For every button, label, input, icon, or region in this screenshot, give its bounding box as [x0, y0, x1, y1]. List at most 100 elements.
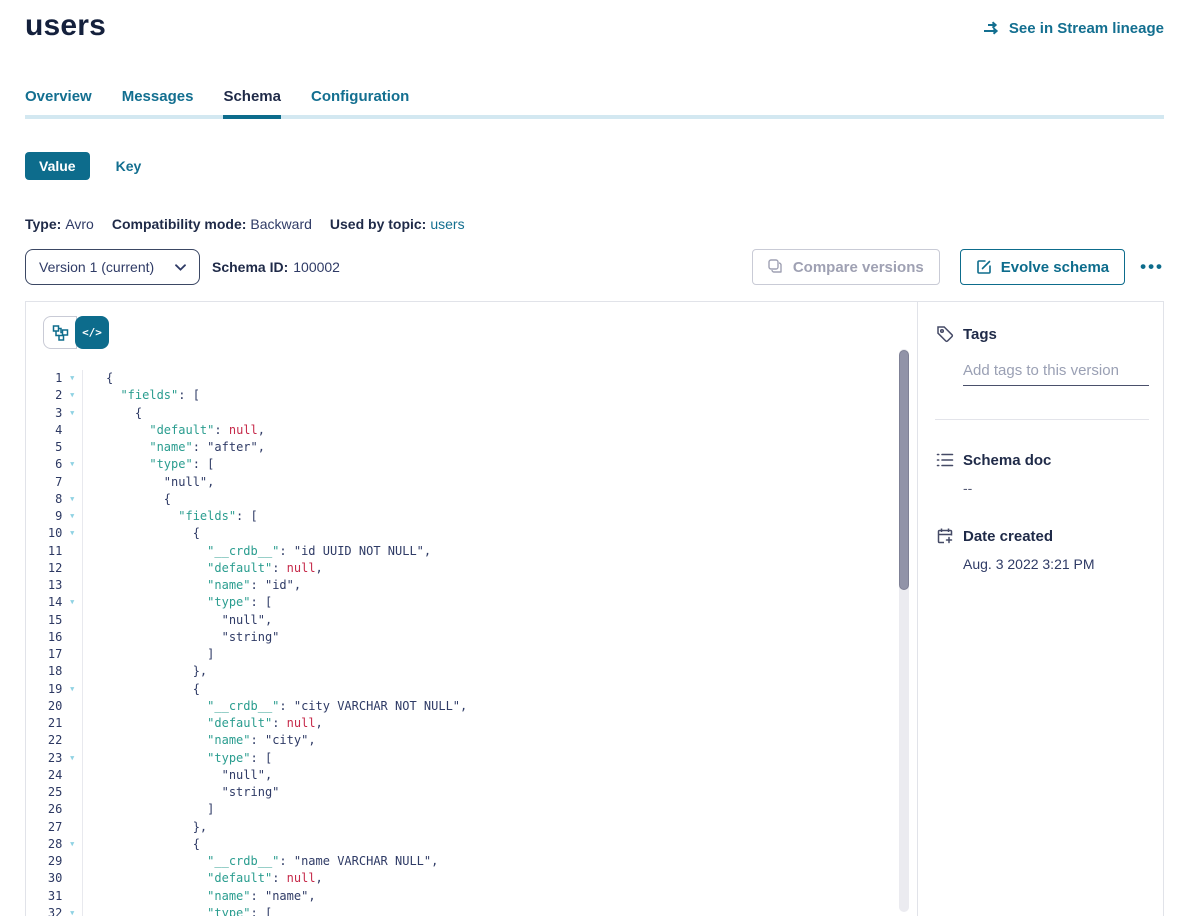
version-select-value: Version 1 (current) [39, 259, 154, 275]
code-text: { [83, 525, 200, 542]
topic-link[interactable]: users [430, 216, 464, 232]
code-text: "__crdb__": "id UUID NOT NULL", [83, 543, 431, 560]
fold-spacer [62, 784, 82, 801]
tree-view-button[interactable] [43, 316, 77, 349]
chevron-down-icon [174, 261, 186, 273]
line-gutter: 12 [26, 560, 83, 577]
schema-type-value: Avro [65, 216, 94, 232]
line-number: 24 [26, 767, 62, 784]
code-text: "default": null, [83, 715, 323, 732]
date-created-heading-row: Date created [935, 526, 1149, 546]
stream-lineage-link[interactable]: See in Stream lineage [982, 18, 1164, 38]
fold-toggle-icon[interactable]: ▼ [62, 594, 82, 611]
fold-toggle-icon[interactable]: ▼ [62, 387, 82, 404]
line-gutter: 11 [26, 543, 83, 560]
version-select[interactable]: Version 1 (current) [25, 249, 200, 285]
schema-page: users See in Stream lineage Overview Mes… [0, 8, 1189, 916]
code-scrollbar-track[interactable] [899, 349, 909, 912]
tab-messages[interactable]: Messages [122, 88, 194, 115]
code-line: 19▼ { [26, 681, 917, 698]
line-number: 29 [26, 853, 62, 870]
value-toggle-button[interactable]: Value [25, 152, 90, 180]
line-gutter: 21 [26, 715, 83, 732]
compare-versions-label: Compare versions [793, 259, 924, 276]
evolve-schema-button[interactable]: Evolve schema [960, 249, 1125, 285]
code-line: 13 "name": "id", [26, 577, 917, 594]
fold-toggle-icon[interactable]: ▼ [62, 750, 82, 767]
code-text: "name": "after", [83, 439, 265, 456]
code-line: 12 "default": null, [26, 560, 917, 577]
version-bar: Version 1 (current) Schema ID:100002 Com… [25, 249, 1164, 285]
line-gutter: 32▼ [26, 905, 83, 916]
line-number: 28 [26, 836, 62, 853]
code-scrollbar-thumb[interactable] [899, 350, 909, 590]
line-gutter: 13 [26, 577, 83, 594]
line-gutter: 9▼ [26, 508, 83, 525]
code-text: "default": null, [83, 422, 265, 439]
fold-toggle-icon[interactable]: ▼ [62, 456, 82, 473]
line-gutter: 8▼ [26, 491, 83, 508]
key-toggle-button[interactable]: Key [116, 158, 142, 174]
code-line: 14▼ "type": [ [26, 594, 917, 611]
compare-versions-button[interactable]: Compare versions [752, 249, 940, 285]
code-line: 4 "default": null, [26, 422, 917, 439]
tab-configuration[interactable]: Configuration [311, 88, 409, 115]
line-number: 20 [26, 698, 62, 715]
line-number: 13 [26, 577, 62, 594]
tag-icon [935, 324, 955, 344]
sidebar-divider [935, 419, 1149, 420]
fold-spacer [62, 715, 82, 732]
code-view-button[interactable]: </> [75, 316, 109, 349]
schema-type: Type:Avro [25, 216, 94, 232]
date-created-section: Date created Aug. 3 2022 3:21 PM [935, 526, 1149, 572]
code-text: { [83, 836, 200, 853]
tab-schema[interactable]: Schema [223, 88, 281, 119]
fold-toggle-icon[interactable]: ▼ [62, 525, 82, 542]
fold-toggle-icon[interactable]: ▼ [62, 508, 82, 525]
line-gutter: 17 [26, 646, 83, 663]
fold-spacer [62, 801, 82, 818]
code-line: 2▼ "fields": [ [26, 387, 917, 404]
code-text: "null", [83, 767, 272, 784]
schema-detail-panel: </> 1▼{2▼ "fields": [3▼ {4 "default": nu… [25, 301, 1164, 916]
tags-heading: Tags [963, 326, 997, 343]
fold-toggle-icon[interactable]: ▼ [62, 370, 82, 387]
fold-toggle-icon[interactable]: ▼ [62, 405, 82, 422]
schema-doc-value: -- [963, 480, 1149, 496]
code-line: 27 }, [26, 819, 917, 836]
fold-toggle-icon[interactable]: ▼ [62, 905, 82, 916]
line-number: 21 [26, 715, 62, 732]
code-line: 25 "string" [26, 784, 917, 801]
fold-spacer [62, 853, 82, 870]
code-line: 1▼{ [26, 370, 917, 387]
line-gutter: 7 [26, 474, 83, 491]
evolve-schema-icon [976, 259, 993, 276]
code-line: 30 "default": null, [26, 870, 917, 887]
line-gutter: 26 [26, 801, 83, 818]
code-text: "string" [83, 629, 279, 646]
more-options-button[interactable]: ••• [1140, 249, 1164, 285]
fold-toggle-icon[interactable]: ▼ [62, 681, 82, 698]
code-text: "fields": [ [83, 508, 258, 525]
line-gutter: 23▼ [26, 750, 83, 767]
line-gutter: 6▼ [26, 456, 83, 473]
line-gutter: 4 [26, 422, 83, 439]
line-number: 4 [26, 422, 62, 439]
code-text: "type": [ [83, 594, 272, 611]
line-number: 31 [26, 888, 62, 905]
schema-doc-heading: Schema doc [963, 452, 1051, 469]
line-number: 15 [26, 612, 62, 629]
compatibility-mode: Compatibility mode:Backward [112, 216, 312, 232]
fold-toggle-icon[interactable]: ▼ [62, 836, 82, 853]
code-line: 18 }, [26, 663, 917, 680]
fold-toggle-icon[interactable]: ▼ [62, 491, 82, 508]
code-view-icon: </> [82, 326, 102, 339]
fold-spacer [62, 819, 82, 836]
code-text: "default": null, [83, 560, 323, 577]
schema-sidebar: Tags Schema doc -- [917, 302, 1163, 916]
code-line: 6▼ "type": [ [26, 456, 917, 473]
add-tags-input[interactable] [963, 362, 1149, 386]
code-line: 16 "string" [26, 629, 917, 646]
code-text: "name": "id", [83, 577, 301, 594]
tab-overview[interactable]: Overview [25, 88, 92, 115]
